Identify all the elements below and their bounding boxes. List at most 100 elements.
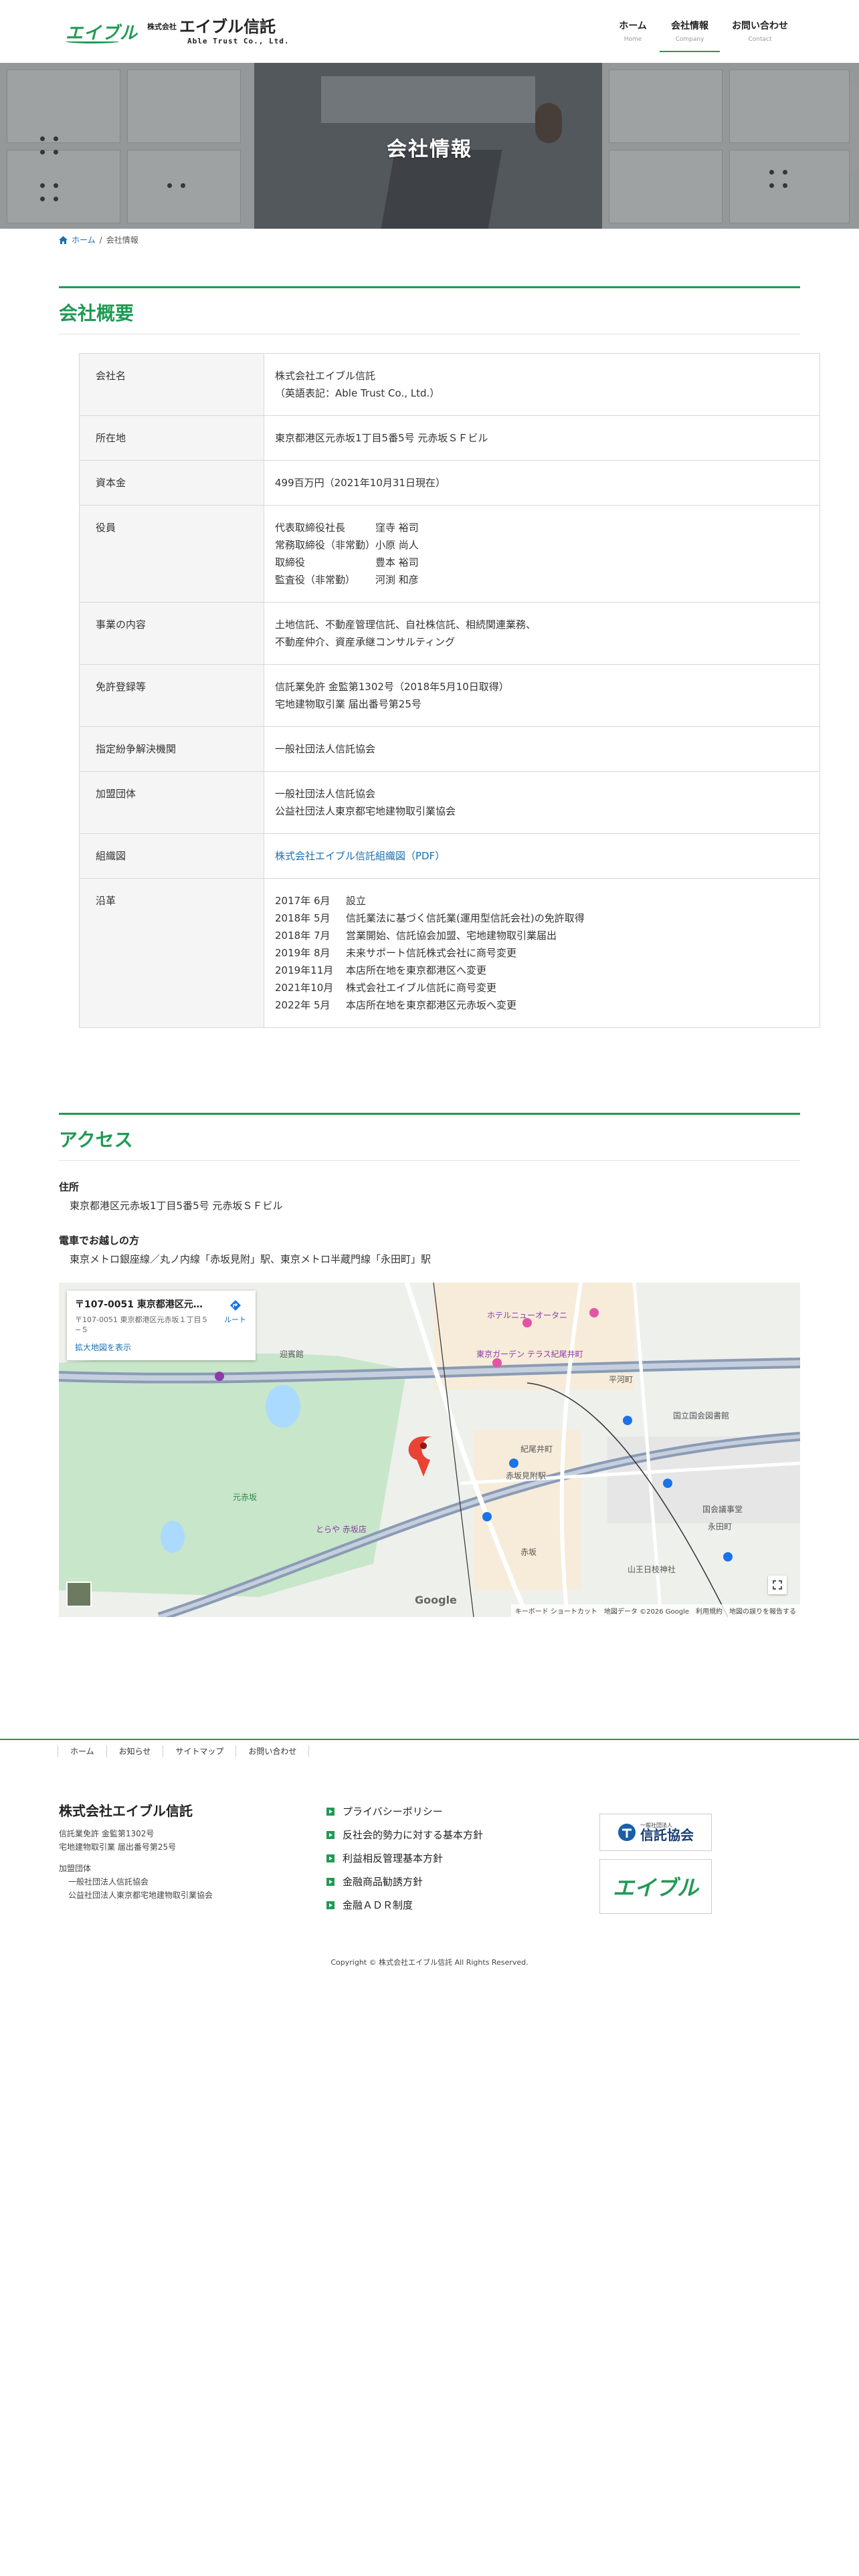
map-label: 永田町 bbox=[708, 1522, 733, 1531]
nav-home-label: ホーム bbox=[619, 21, 647, 31]
history-event: 未来サポート信託株式会社に商号変更 bbox=[346, 947, 517, 959]
officer-role: 代表取締役社長 bbox=[275, 522, 346, 534]
footer-link-solicitation[interactable]: 金融商品勧誘方針 bbox=[326, 1874, 483, 1889]
fullscreen-icon bbox=[773, 1580, 782, 1590]
history-date: 2018年 5月 bbox=[275, 912, 330, 924]
table-row: 会社名 株式会社エイブル信託 （英語表記：Able Trust Co., Ltd… bbox=[79, 353, 820, 416]
table-row: 組織図 株式会社エイブル信託組織図（PDF） bbox=[79, 833, 820, 879]
map-label: 平河町 bbox=[609, 1375, 634, 1384]
officer-role: 常務取締役（非常勤） bbox=[275, 539, 376, 551]
footer-link-label: 反社会的勢力に対する基本方針 bbox=[343, 1829, 484, 1841]
access-section-header: アクセス bbox=[59, 1113, 800, 1161]
dispute-value: 一般社団法人信託協会 bbox=[264, 726, 820, 772]
footer-link-label: プライバシーポリシー bbox=[343, 1806, 443, 1818]
footer-nav-sitemap[interactable]: サイトマップ bbox=[163, 1745, 235, 1757]
arrow-bullet-icon bbox=[326, 1877, 335, 1886]
footer-link-conflict[interactable]: 利益相反管理基本方針 bbox=[326, 1851, 483, 1865]
breadcrumb-home-link[interactable]: ホーム bbox=[72, 234, 96, 245]
capital-value: 499百万円（2021年10月31日現在） bbox=[264, 460, 820, 506]
row-label: 免許登録等 bbox=[79, 664, 264, 727]
map-label: 国会議事堂 bbox=[702, 1505, 743, 1514]
table-row: 沿革 2017年 6月 設立 2018年 5月 信託業法に基づく信託業(運用型信託会… bbox=[79, 878, 820, 1028]
overview-section-header: 会社概要 bbox=[59, 286, 800, 334]
officers-list: 代表取締役社長 窪寺 裕司 常務取締役（非常勤） 小原 尚人 取締役 豊本 裕司 監査… bbox=[264, 505, 820, 603]
map-enlarge-link[interactable]: 拡大地図を表示 bbox=[75, 1341, 248, 1353]
row-value: 信託業免許 金監第1302号（2018年5月10日取得） 宅地建物取引業 届出番… bbox=[264, 664, 820, 727]
footer-link-label: 金融ＡＤＲ制度 bbox=[343, 1899, 413, 1911]
history-date: 2022年 5月 bbox=[275, 999, 330, 1011]
footer-nav: ホーム お知らせ サイトマップ お問い合わせ bbox=[58, 1745, 310, 1757]
address-value: 東京都港区元赤坂1丁目5番5号 元赤坂ＳＦビル bbox=[264, 415, 820, 461]
footer-membership-label: 加盟団体 bbox=[59, 1864, 92, 1873]
footer-link-label: 利益相反管理基本方針 bbox=[343, 1852, 444, 1864]
map-info-card: 〒107-0051 東京都港区元赤坂... 〒107-0051 東京都港区元赤坂… bbox=[67, 1291, 256, 1360]
nav-contact-label: お問い合わせ bbox=[732, 21, 788, 31]
row-label: 事業の内容 bbox=[79, 602, 264, 665]
trust-association-logo-icon bbox=[618, 1824, 636, 1841]
nav-company[interactable]: 会社情報 Company bbox=[660, 19, 720, 52]
row-label: 会社名 bbox=[79, 353, 264, 416]
footer-nav-news[interactable]: お知らせ bbox=[106, 1745, 163, 1757]
table-row: 事業の内容 土地信託、不動産管理信託、自社株信託、相続関連業務、 不動産仲介、資… bbox=[79, 602, 820, 665]
company-name-value: 株式会社エイブル信託 bbox=[275, 370, 376, 382]
overview-heading: 会社概要 bbox=[59, 302, 134, 324]
able-banner[interactable]: エイブル bbox=[599, 1859, 712, 1914]
table-row: 資本金 499百万円（2021年10月31日現在） bbox=[79, 460, 820, 506]
nav-contact[interactable]: お問い合わせ Contact bbox=[727, 19, 793, 52]
map-attribution[interactable]: キーボード ショートカット 地図データ ©2026 Google 利用規約 地図… bbox=[510, 1604, 800, 1617]
history-event: 営業開始、信託協会加盟、宅地建物取引業届出 bbox=[346, 930, 557, 942]
arrow-bullet-icon bbox=[326, 1901, 335, 1909]
history-item: 2018年 7月 営業開始、信託協会加盟、宅地建物取引業届出 bbox=[275, 927, 809, 944]
row-value: 株式会社エイブル信託 （英語表記：Able Trust Co., Ltd.） bbox=[264, 353, 820, 416]
row-label: 沿革 bbox=[79, 878, 264, 1028]
officer-role: 監査役（非常勤） bbox=[275, 574, 356, 586]
map-fullscreen-button[interactable] bbox=[768, 1576, 787, 1594]
site-logo[interactable]: エイブル 株式会社 エイブル信託 Able Trust Co., Ltd. bbox=[66, 19, 289, 45]
map-label: ホテルニューオータニ bbox=[487, 1311, 568, 1320]
row-label: 所在地 bbox=[79, 415, 264, 461]
directions-icon bbox=[229, 1300, 241, 1311]
membership-line: 公益社団法人東京都宅地建物取引業協会 bbox=[275, 805, 456, 817]
footer-license-block: 信託業免許 金監第1302号 宅地建物取引業 届出番号第25号 加盟団体 一般社… bbox=[59, 1827, 213, 1902]
hero-banner: 会社情報 bbox=[0, 63, 859, 229]
logo-name: エイブル信託 bbox=[179, 17, 276, 36]
table-row: 指定紛争解決機関 一般社団法人信託協会 bbox=[79, 726, 820, 772]
arrow-bullet-icon bbox=[326, 1830, 335, 1839]
footer-policy-links: プライバシーポリシー 反社会的勢力に対する基本方針 利益相反管理基本方針 金融商… bbox=[326, 1804, 483, 1912]
map-route-label: ルート bbox=[224, 1315, 246, 1324]
access-train-value: 東京メトロ銀座線／丸ノ内線「赤坂見附」駅、東京メトロ半蔵門線「永田町」駅 bbox=[70, 1253, 432, 1265]
footer-link-privacy[interactable]: プライバシーポリシー bbox=[326, 1804, 483, 1818]
org-chart-pdf-link[interactable]: 株式会社エイブル信託組織図（PDF） bbox=[275, 850, 445, 862]
row-label: 加盟団体 bbox=[79, 771, 264, 834]
footer-link-antisocial[interactable]: 反社会的勢力に対する基本方針 bbox=[326, 1828, 483, 1842]
table-row: 加盟団体 一般社団法人信託協会 公益社団法人東京都宅地建物取引業協会 bbox=[79, 771, 820, 834]
footer-membership1: 一般社団法人信託協会 bbox=[68, 1877, 149, 1887]
google-map[interactable]: 迎賓館 元赤坂 赤坂見附駅 永田町 平河町 国立国会図書館 東京ガーデン テラス… bbox=[59, 1283, 800, 1617]
site-header: エイブル 株式会社 エイブル信託 Able Trust Co., Ltd. ホーム… bbox=[0, 0, 859, 63]
license-line: 信託業免許 金監第1302号（2018年5月10日取得） bbox=[275, 681, 509, 693]
row-value: 一般社団法人信託協会 公益社団法人東京都宅地建物取引業協会 bbox=[264, 771, 820, 834]
row-value: 土地信託、不動産管理信託、自社株信託、相続関連業務、 不動産仲介、資産承継コンサ… bbox=[264, 602, 820, 665]
footer-nav-home[interactable]: ホーム bbox=[58, 1745, 106, 1757]
history-item: 2019年 8月 未来サポート信託株式会社に商号変更 bbox=[275, 944, 809, 962]
history-item: 2022年 5月 本店所在地を東京都港区元赤坂へ変更 bbox=[275, 996, 809, 1014]
map-card-address: 〒107-0051 東京都港区元赤坂１丁目５−５ bbox=[75, 1315, 209, 1334]
breadcrumb-separator: / bbox=[99, 235, 102, 245]
map-label: 東京ガーデン テラス紀尾井町 bbox=[476, 1350, 583, 1359]
map-label: とらや 赤坂店 bbox=[316, 1525, 367, 1534]
logo-english: Able Trust Co., Ltd. bbox=[187, 37, 290, 45]
business-line: 不動産仲介、資産承継コンサルティング bbox=[275, 636, 456, 648]
officer-name: 豊本 裕司 bbox=[375, 556, 419, 568]
footer-link-adr[interactable]: 金融ＡＤＲ制度 bbox=[326, 1898, 483, 1912]
footer-link-label: 金融商品勧誘方針 bbox=[343, 1876, 423, 1888]
row-value: 株式会社エイブル信託組織図（PDF） bbox=[264, 833, 820, 879]
logo-swoosh bbox=[66, 39, 119, 43]
trust-association-banner[interactable]: 一般社団法人 信託協会 bbox=[599, 1814, 712, 1851]
nav-home[interactable]: ホーム Home bbox=[606, 19, 660, 52]
map-route-button[interactable]: ルート bbox=[224, 1299, 246, 1325]
footer-nav-contact[interactable]: お問い合わせ bbox=[235, 1745, 310, 1757]
history-date: 2018年 7月 bbox=[275, 930, 330, 942]
logo-kabu: 株式会社 bbox=[147, 22, 177, 31]
map-label: 赤坂 bbox=[520, 1547, 537, 1557]
history-date: 2017年 6月 bbox=[275, 895, 330, 907]
